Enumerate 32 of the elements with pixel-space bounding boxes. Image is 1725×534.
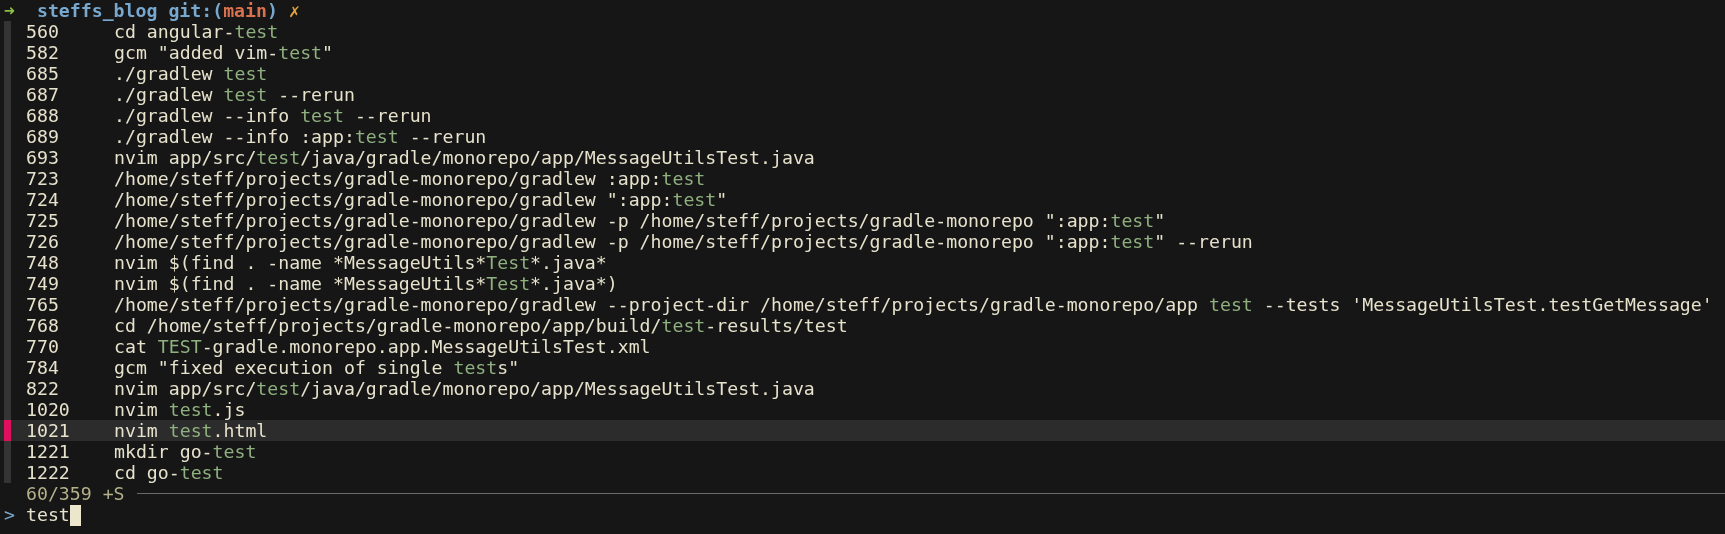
history-item[interactable]: 765 /home/steff/projects/gradle-monorepo/gradlew --project-dir /home/steff/projects/gradle-monorepo/app test --tests 'MessageUtilsTest.testGetMessage' — [0, 294, 1725, 315]
git-label: ) — [266, 0, 278, 21]
history-item[interactable]: 1222 cd go-test — [0, 462, 1725, 483]
text-cursor — [69, 504, 81, 526]
history-item[interactable]: 685 ./gradlew test — [0, 63, 1725, 84]
history-item[interactable]: 1021 nvim test.html — [0, 420, 1725, 441]
directory-name: steffs_blog — [36, 0, 158, 21]
history-item[interactable]: 749 nvim $(find . -name *MessageUtils*Test*.java*) — [0, 273, 1725, 294]
search-query[interactable]: test — [26, 504, 70, 526]
history-item[interactable]: 688 ./gradlew --info test --rerun — [0, 105, 1725, 126]
history-item[interactable]: 784 gcm "fixed execution of single tests" — [0, 357, 1725, 378]
history-item[interactable]: 725 /home/steff/projects/gradle-monorepo/gradlew -p /home/steff/projects/gradle-monorepo ":app:test" — [0, 210, 1725, 231]
history-item[interactable]: 723 /home/steff/projects/gradle-monorepo/gradlew :app:test — [0, 168, 1725, 189]
history-item[interactable]: 582 gcm "added vim-test" — [0, 42, 1725, 63]
history-item[interactable]: 1221 mkdir go-test — [0, 441, 1725, 462]
history-item[interactable]: 822 nvim app/src/test/java/gradle/monorepo/app/MessageUtilsTest.java — [0, 378, 1725, 399]
branch-name: main — [223, 0, 267, 21]
git-label: git:( — [168, 0, 224, 21]
history-item[interactable]: 726 /home/steff/projects/gradle-monorepo/gradlew -p /home/steff/projects/gradle-monorepo ":app:test" --rerun — [0, 231, 1725, 252]
dirty-mark: ✗ — [288, 0, 300, 21]
history-item[interactable]: 560 cd angular-test — [0, 21, 1725, 42]
history-item[interactable]: 689 ./gradlew --info :app:test --rerun — [0, 126, 1725, 147]
history-item[interactable]: 768 cd /home/steff/projects/gradle-monorepo/app/build/test-results/test — [0, 315, 1725, 336]
history-item[interactable]: 693 nvim app/src/test/java/gradle/monorepo/app/MessageUtilsTest.java — [0, 147, 1725, 168]
prompt-symbol: > — [4, 504, 16, 526]
prompt-arrow: ➜ — [4, 0, 15, 21]
match-count: 60/359 +S — [26, 482, 125, 505]
history-item[interactable]: 687 ./gradlew test --rerun — [0, 84, 1725, 105]
history-item[interactable]: 724 /home/steff/projects/gradle-monorepo/gradlew ":app:test" — [0, 189, 1725, 210]
history-item[interactable]: 1020 nvim test.js — [0, 399, 1725, 420]
history-item[interactable]: 770 cat TEST-gradle.monorepo.app.MessageUtilsTest.xml — [0, 336, 1725, 357]
history-item[interactable]: 748 nvim $(find . -name *MessageUtils*Test*.java* — [0, 252, 1725, 273]
